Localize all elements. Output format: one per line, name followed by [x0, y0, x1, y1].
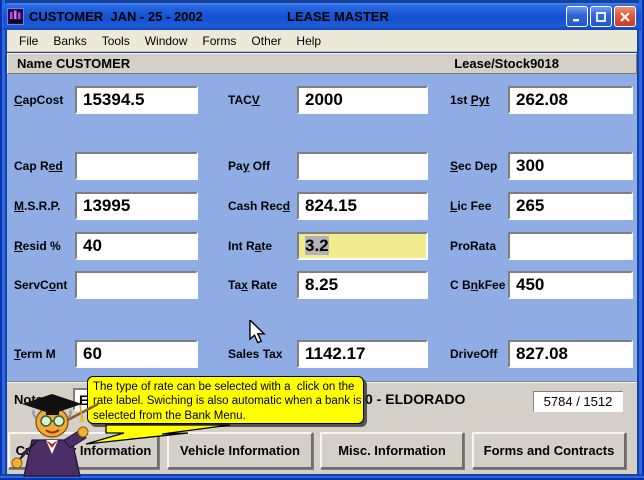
app-icon: [7, 8, 24, 25]
menu-other[interactable]: Other: [251, 34, 281, 48]
int-rate-field[interactable]: 3.2: [297, 232, 428, 260]
servcont-field[interactable]: [75, 271, 198, 299]
c-bnkfee-label: C BnkFee: [450, 278, 505, 292]
selected-text: 3.2: [305, 236, 329, 255]
stock-counter-field[interactable]: 5784 / 1512: [533, 391, 623, 412]
servcont-label: ServCont: [14, 278, 67, 292]
close-button[interactable]: [614, 6, 636, 27]
wizard-assistant-icon: [2, 388, 102, 480]
menu-tools[interactable]: Tools: [102, 34, 130, 48]
cash-recd-field[interactable]: 824.15: [297, 192, 428, 220]
first-pyt-label: 1st Pyt: [450, 93, 489, 107]
first-pyt-field[interactable]: 262.08: [508, 86, 633, 114]
vehicle-description: 0 - ELDORADO: [365, 391, 465, 407]
customer-header-bar: Name CUSTOMER Lease/Stock9018: [7, 53, 637, 74]
capcost-label: CapCost: [14, 93, 63, 107]
app-window: CUSTOMER JAN - 25 - 2002 LEASE MASTER Fi…: [0, 0, 644, 480]
tacv-field[interactable]: 2000: [297, 86, 428, 114]
msrp-field[interactable]: 13995: [75, 192, 198, 220]
customer-name-label: Name CUSTOMER: [8, 56, 130, 71]
pay-off-field[interactable]: [297, 152, 428, 180]
forms-and-contracts-button[interactable]: Forms and Contracts: [472, 432, 626, 469]
pay-off-label: Pay Off: [228, 159, 270, 173]
menu-banks[interactable]: Banks: [53, 34, 86, 48]
menu-bar: File Banks Tools Window Forms Other Help: [7, 30, 637, 52]
tacv-label: TACV: [228, 93, 260, 107]
menu-file[interactable]: File: [19, 34, 38, 48]
msrp-label: M.S.R.P.: [14, 199, 60, 213]
lic-fee-field[interactable]: 265: [508, 192, 633, 220]
term-m-field[interactable]: 60: [75, 340, 198, 368]
misc-information-button[interactable]: Misc. Information: [320, 432, 464, 469]
minimize-button[interactable]: [566, 6, 588, 27]
lease-stock-label: Lease/Stock9018: [454, 56, 559, 71]
form-background: [7, 74, 637, 381]
sec-dep-label: Sec Dep: [450, 159, 497, 173]
window-border-right: [637, 0, 644, 480]
sec-dep-field[interactable]: 300: [508, 152, 633, 180]
lic-fee-label: Lic Fee: [450, 199, 491, 213]
capcost-field[interactable]: 15394.5: [75, 86, 198, 114]
driveoff-field[interactable]: 827.08: [508, 340, 633, 368]
window-title: CUSTOMER JAN - 25 - 2002: [29, 9, 203, 24]
cap-red-label: Cap Red: [14, 159, 63, 173]
term-m-label: Term M: [14, 347, 56, 361]
tax-rate-label: Tax Rate: [228, 278, 277, 292]
resid-pct-field[interactable]: 40: [75, 232, 198, 260]
mouse-cursor-icon: [247, 320, 267, 349]
cash-recd-label: Cash Recd: [228, 199, 290, 213]
menu-help[interactable]: Help: [296, 34, 321, 48]
prorata-label: ProRata: [450, 239, 496, 253]
sales-tax-label: Sales Tax: [228, 347, 282, 361]
driveoff-label: DriveOff: [450, 347, 497, 361]
tax-rate-field[interactable]: 8.25: [297, 271, 428, 299]
tooltip-tail-icon: [84, 424, 234, 451]
c-bnkfee-field[interactable]: 450: [508, 271, 633, 299]
assistant-tooltip: The type of rate can be selected with a …: [87, 376, 364, 424]
menu-window[interactable]: Window: [145, 34, 188, 48]
int-rate-label[interactable]: Int Rate: [228, 239, 272, 253]
resid-pct-label: Resid %: [14, 239, 61, 253]
menu-forms[interactable]: Forms: [202, 34, 236, 48]
title-bar[interactable]: CUSTOMER JAN - 25 - 2002 LEASE MASTER: [3, 3, 641, 30]
cap-red-field[interactable]: [75, 152, 198, 180]
sales-tax-field[interactable]: 1142.17: [297, 340, 428, 368]
prorata-field[interactable]: [508, 232, 633, 260]
app-name-title: LEASE MASTER: [287, 9, 389, 24]
maximize-button[interactable]: [590, 6, 612, 27]
